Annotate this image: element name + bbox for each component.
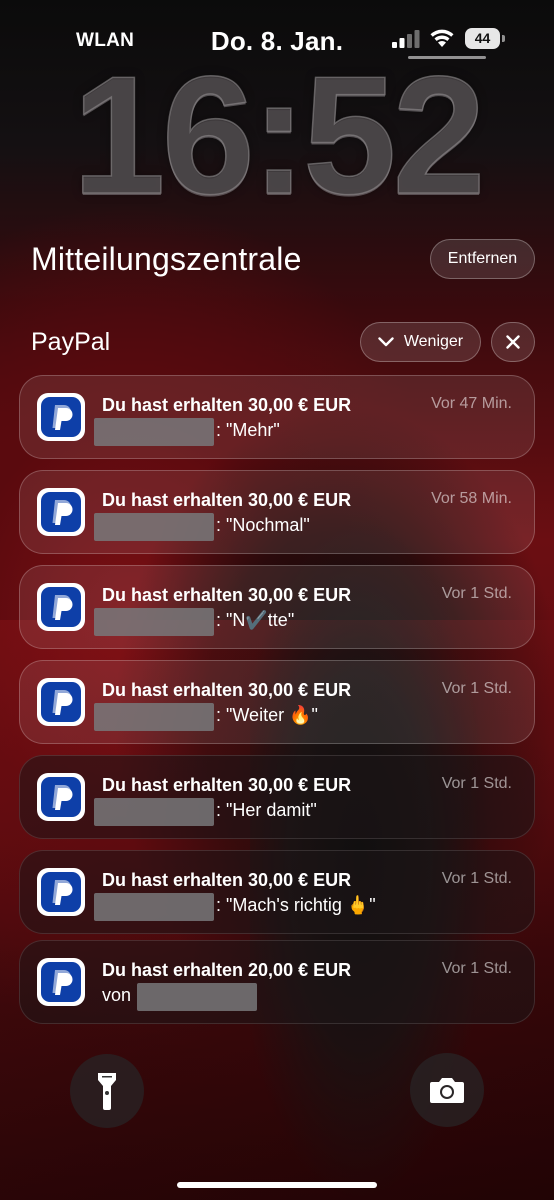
notification-sender-prefix: von [102, 985, 132, 1005]
notification-card[interactable]: Du hast erhalten 30,00 € EUR Vor 1 Std. : … [19, 755, 535, 839]
notification-message: : "Mach's richtig 🖕" [216, 895, 376, 915]
notification-time: Vor 58 Min. [431, 490, 512, 507]
lock-screen-clock: 16:52 [71, 41, 486, 229]
notification-title: Du hast erhalten 30,00 € EUR [102, 775, 352, 795]
flashlight-button[interactable] [70, 1054, 144, 1128]
notification-card[interactable]: Du hast erhalten 30,00 € EUR Vor 1 Std. : … [19, 660, 535, 744]
notification-title: Du hast erhalten 30,00 € EUR [102, 490, 352, 510]
redacted-sender-name [94, 418, 214, 446]
notification-time: Vor 1 Std. [441, 585, 512, 602]
notification-time: Vor 1 Std. [441, 870, 512, 887]
notification-title: Du hast erhalten 30,00 € EUR [102, 680, 352, 700]
notification-message: : "Mehr" [216, 420, 280, 440]
redacted-sender-name [94, 608, 214, 636]
chevron-down-icon [378, 337, 394, 347]
paypal-app-icon [37, 583, 85, 631]
notification-title: Du hast erhalten 30,00 € EUR [102, 395, 352, 415]
notification-message: : "Weiter 🔥" [216, 705, 318, 725]
notification-title: Du hast erhalten 20,00 € EUR [102, 960, 352, 980]
remove-button[interactable]: Entfernen [430, 239, 535, 279]
notification-message: : "Her damit" [216, 800, 317, 820]
flashlight-icon [98, 1073, 116, 1110]
redacted-sender-name [94, 703, 214, 731]
battery-tip [502, 35, 505, 42]
notification-message: : "N✔️tte" [216, 610, 295, 630]
close-icon [506, 335, 520, 349]
notification-card[interactable]: Du hast erhalten 20,00 € EUR Vor 1 Std. vo… [19, 940, 535, 1024]
notification-time: Vor 1 Std. [441, 775, 512, 792]
redacted-sender-name [94, 893, 214, 921]
camera-button[interactable] [410, 1053, 484, 1127]
paypal-app-icon [37, 773, 85, 821]
camera-icon [430, 1078, 464, 1103]
notification-card[interactable]: Du hast erhalten 30,00 € EUR Vor 1 Std. : … [19, 565, 535, 649]
notification-time: Vor 47 Min. [431, 395, 512, 412]
group-app-name: PayPal [31, 328, 111, 356]
paypal-app-icon [37, 488, 85, 536]
redacted-sender-name [94, 513, 214, 541]
notification-time: Vor 1 Std. [441, 960, 512, 977]
paypal-app-icon [37, 958, 85, 1006]
home-indicator[interactable] [177, 1182, 377, 1188]
notification-center-title: Mitteilungszentrale [31, 241, 302, 277]
remove-button-label: Entfernen [447, 250, 518, 267]
notification-title: Du hast erhalten 30,00 € EUR [102, 585, 352, 605]
notification-card[interactable]: Du hast erhalten 30,00 € EUR Vor 47 Min.:… [19, 375, 535, 459]
paypal-app-icon [37, 868, 85, 916]
show-less-button[interactable]: Weniger [360, 322, 481, 362]
close-group-button[interactable] [491, 322, 535, 362]
paypal-app-icon [37, 393, 85, 441]
redacted-sender-name [94, 798, 214, 826]
notification-time: Vor 1 Std. [441, 680, 512, 697]
notification-card[interactable]: Du hast erhalten 30,00 € EUR Vor 58 Min.:… [19, 470, 535, 554]
show-less-label: Weniger [403, 333, 464, 350]
redacted-sender-name [137, 983, 257, 1011]
notification-card[interactable]: Du hast erhalten 30,00 € EUR Vor 1 Std. : … [19, 850, 535, 934]
notification-title: Du hast erhalten 30,00 € EUR [102, 870, 352, 890]
paypal-app-icon [37, 678, 85, 726]
notification-message: : "Nochmal" [216, 515, 310, 535]
